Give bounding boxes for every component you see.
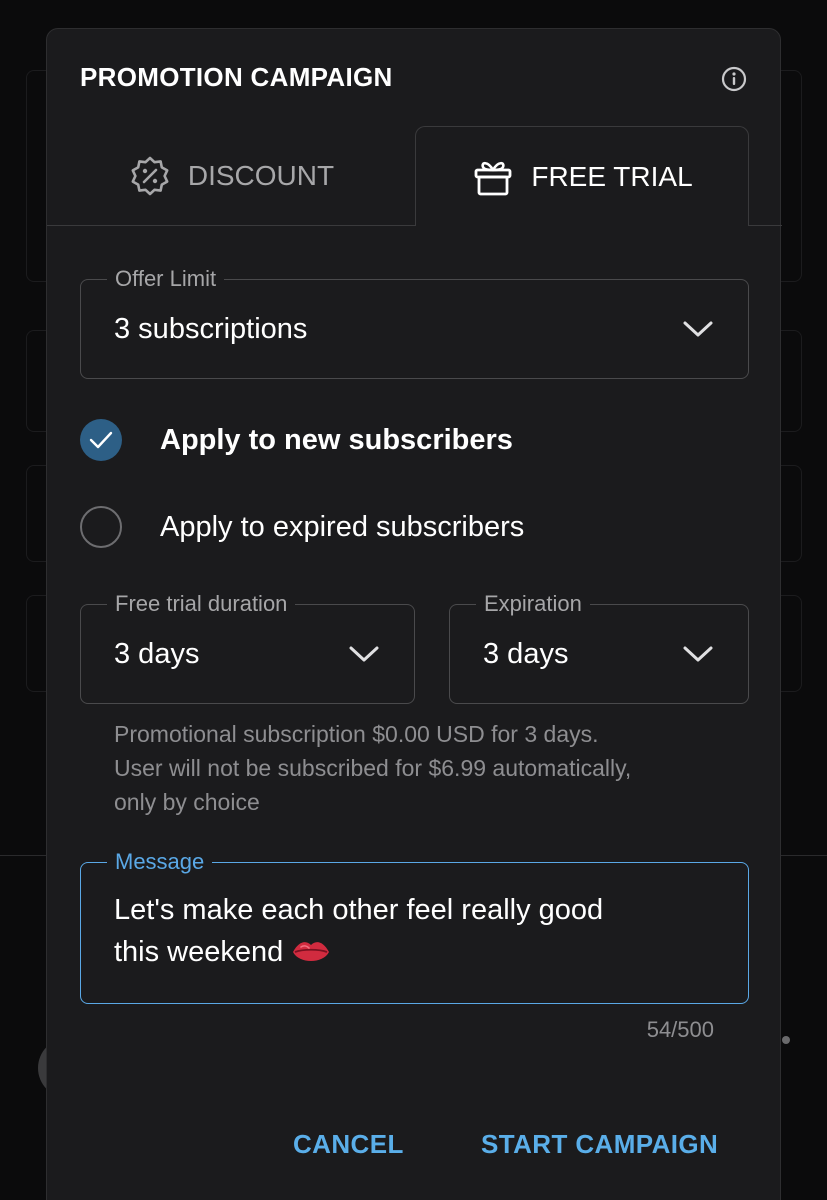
free-trial-duration-select[interactable]: Free trial duration 3 days: [80, 590, 415, 704]
option-expired-subscribers-label: Apply to expired subscribers: [160, 510, 525, 543]
discount-badge-icon: [131, 156, 169, 196]
chevron-down-icon: [683, 646, 713, 662]
free-trial-duration-value: 3 days: [114, 637, 200, 670]
chevron-down-icon: [349, 646, 379, 662]
helper-line: only by choice: [114, 789, 260, 815]
option-expired-subscribers[interactable]: Apply to expired subscribers: [80, 506, 524, 548]
cancel-button[interactable]: CANCEL: [293, 1129, 404, 1160]
tab-divider: [749, 225, 782, 226]
background-dot: [782, 1036, 790, 1044]
offer-limit-value: 3 subscriptions: [114, 312, 308, 345]
info-icon[interactable]: [721, 66, 747, 92]
kiss-lips-icon: [293, 942, 330, 961]
expiration-value: 3 days: [483, 637, 569, 670]
message-character-counter: 54/500: [646, 1017, 714, 1042]
promotion-campaign-dialog: PROMOTION CAMPAIGN DISCOUNT FREE TRIAL O…: [46, 28, 782, 1200]
message-line-with-emoji: this weekend: [114, 931, 718, 973]
message-textarea[interactable]: Message Let's make each other feel reall…: [80, 848, 749, 1004]
option-new-subscribers[interactable]: Apply to new subscribers: [80, 419, 513, 461]
empty-radio-icon[interactable]: [80, 506, 122, 548]
tab-discount[interactable]: DISCOUNT: [47, 126, 415, 226]
message-value[interactable]: Let's make each other feel really good t…: [114, 889, 718, 973]
promotion-helper-text: Promotional subscription $0.00 USD for 3…: [114, 717, 714, 819]
offer-limit-select[interactable]: Offer Limit 3 subscriptions: [80, 265, 749, 379]
gift-icon: [474, 161, 512, 195]
chevron-down-icon: [683, 321, 713, 337]
start-campaign-button[interactable]: START CAMPAIGN: [481, 1129, 718, 1160]
dialog-title: PROMOTION CAMPAIGN: [80, 62, 393, 92]
helper-line: User will not be subscribed for $6.99 au…: [114, 755, 632, 781]
tab-discount-label: DISCOUNT: [187, 160, 335, 191]
checked-radio-icon[interactable]: [80, 419, 122, 461]
screen: PROMOTION CAMPAIGN DISCOUNT FREE TRIAL O…: [0, 0, 827, 1200]
message-line: this weekend: [114, 936, 284, 968]
message-line: Let's make each other feel really good: [114, 894, 604, 926]
message-label: Message: [107, 848, 213, 876]
expiration-select[interactable]: Expiration 3 days: [449, 590, 749, 704]
helper-line: Promotional subscription $0.00 USD for 3…: [114, 721, 599, 747]
tab-free-trial-label: FREE TRIAL: [531, 160, 693, 192]
tab-free-trial[interactable]: FREE TRIAL: [415, 126, 749, 226]
option-new-subscribers-label: Apply to new subscribers: [160, 423, 513, 456]
